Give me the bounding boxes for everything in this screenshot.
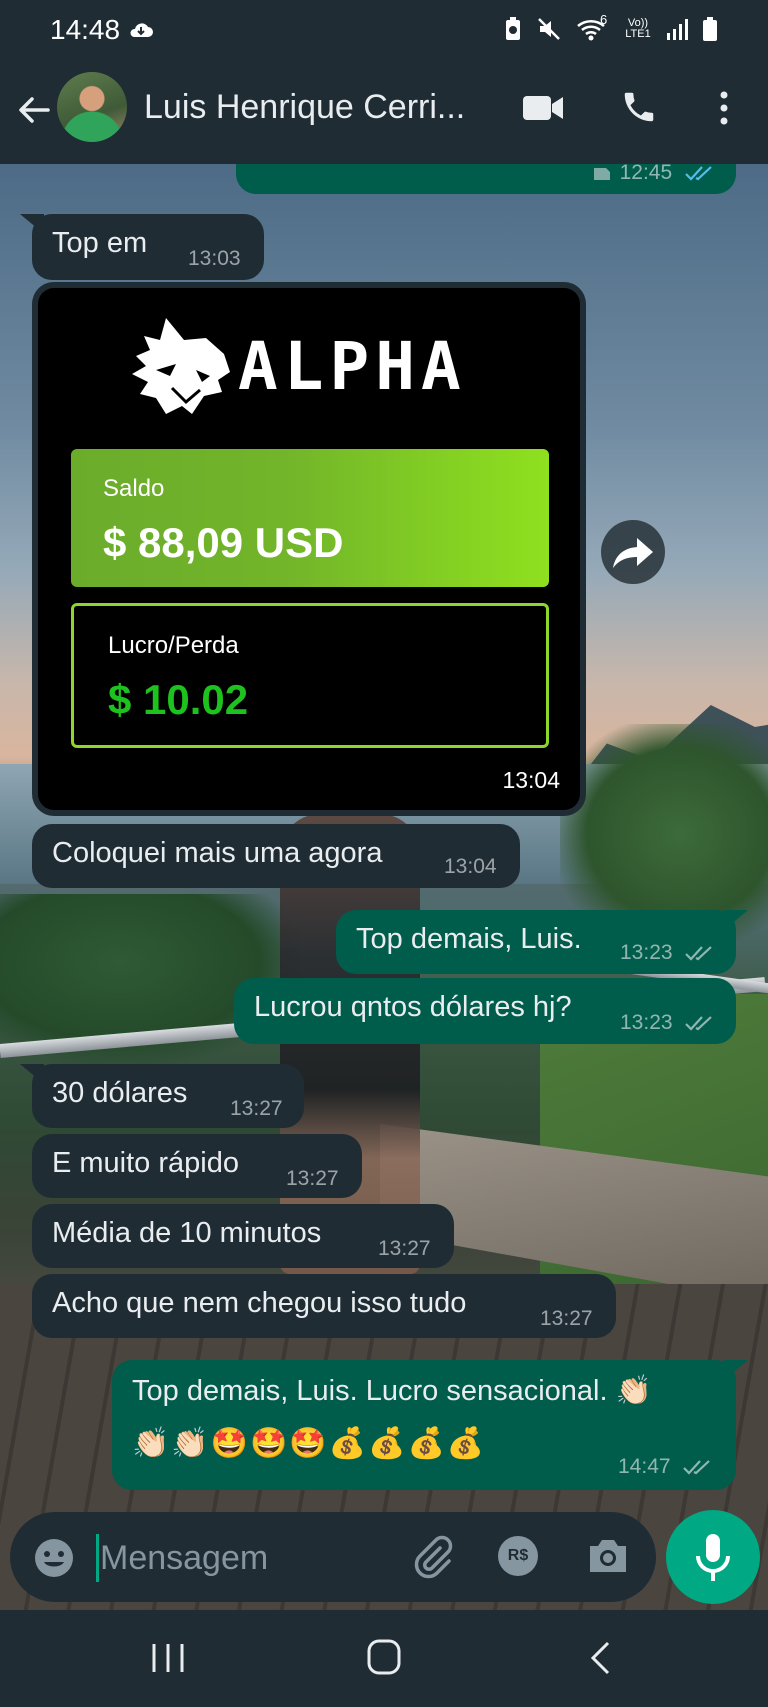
read-ticks-icon xyxy=(685,166,712,182)
brand-name: ALPHA xyxy=(238,328,467,405)
profit-label: Lucro/Perda xyxy=(108,632,239,659)
message-text: Acho que nem chegou isso tudo xyxy=(52,1287,467,1319)
emoji-icon[interactable] xyxy=(32,1536,76,1580)
contact-name[interactable]: Luis Henrique Cerri... xyxy=(144,88,474,127)
balance-card: Saldo $ 88,09 USD xyxy=(71,449,549,587)
forward-arrow-icon xyxy=(613,538,653,568)
message-text: Top demais, Luis. Lucro sensacional. 👏🏻 xyxy=(132,1375,652,1407)
recent-apps-icon[interactable] xyxy=(150,1642,186,1674)
message-incoming[interactable]: Acho que nem chegou isso tudo 13:27 xyxy=(32,1274,616,1338)
message-outgoing[interactable]: Top demais, Luis. 13:23 xyxy=(336,910,748,974)
message-incoming[interactable]: E muito rápido 13:27 xyxy=(32,1134,362,1198)
paperclip-icon[interactable] xyxy=(410,1534,454,1580)
status-bar: 14:48 6 Vo)) LTE1 xyxy=(0,0,768,60)
phone-icon[interactable] xyxy=(620,88,658,126)
more-vertical-icon[interactable] xyxy=(712,88,736,128)
chat-header-overlay: Luis Henrique Cerri... xyxy=(0,60,768,164)
message-time: 13:04 xyxy=(444,855,497,878)
nav-back-icon[interactable] xyxy=(588,1640,612,1676)
message-text: Lucrou qntos dólares hj? xyxy=(254,991,572,1023)
message-time-text: 12:45 xyxy=(619,161,673,184)
message-text: Top demais, Luis. xyxy=(356,923,582,955)
battery-saver-icon xyxy=(506,17,520,40)
forward-button[interactable] xyxy=(601,520,665,584)
status-time: 14:48 xyxy=(50,14,121,45)
avatar[interactable] xyxy=(57,72,127,142)
profit-value: $ 10.02 xyxy=(108,676,249,723)
message-text: 30 dólares xyxy=(52,1077,188,1109)
message-time-text: 13:23 xyxy=(620,1011,673,1034)
message-time: 13:27 xyxy=(378,1237,431,1260)
balance-label: Saldo xyxy=(103,475,165,502)
wifi-icon: 6 xyxy=(576,12,610,42)
message-outgoing[interactable]: Lucrou qntos dólares hj? 13:23 xyxy=(234,978,736,1044)
home-icon[interactable] xyxy=(366,1638,402,1676)
video-camera-icon[interactable] xyxy=(522,92,564,124)
message-time-text: 14:47 xyxy=(618,1455,671,1478)
balance-value: $ 88,09 USD xyxy=(103,519,344,566)
message-emoji-line: 👏🏻👏🏻🤩🤩🤩💰💰💰💰 xyxy=(132,1427,487,1460)
read-ticks-icon xyxy=(685,946,713,962)
message-time: 14:47 xyxy=(618,1454,714,1479)
message-text: E muito rápido xyxy=(52,1147,239,1179)
message-text: Top em xyxy=(52,227,148,259)
screenshot-image[interactable]: ALPHA Saldo $ 88,09 USD Lucro/Perda $ 10… xyxy=(38,288,580,810)
message-time: 13:23 xyxy=(620,1010,716,1035)
arrow-left-icon[interactable] xyxy=(14,90,54,130)
message-time: 13:04 xyxy=(502,767,560,793)
mute-icon xyxy=(538,18,560,40)
status-icons: 6 Vo)) LTE1 xyxy=(504,12,718,42)
signal-badge: 6 xyxy=(600,12,608,27)
quoted-icon xyxy=(593,168,610,181)
message-time: 13:03 xyxy=(188,247,241,270)
read-ticks-icon xyxy=(685,1016,713,1032)
message-incoming[interactable]: Média de 10 minutos 13:27 xyxy=(32,1204,454,1268)
profit-card: Lucro/Perda $ 10.02 xyxy=(71,603,549,748)
message-outgoing[interactable]: Top demais, Luis. Lucro sensacional. 👏🏻 … xyxy=(112,1360,748,1490)
cloud-sync-icon xyxy=(130,23,153,37)
message-incoming[interactable]: Coloquei mais uma agora 13:04 xyxy=(32,824,520,888)
microphone-icon xyxy=(696,1534,730,1581)
message-time: 13:27 xyxy=(230,1097,283,1120)
message-input[interactable] xyxy=(98,1526,362,1590)
wolf-logo-icon xyxy=(132,318,230,414)
message-time: 13:23 xyxy=(620,940,716,965)
message-time: 13:27 xyxy=(540,1307,593,1330)
image-message[interactable]: ALPHA Saldo $ 88,09 USD Lucro/Perda $ 10… xyxy=(32,282,586,816)
camera-icon[interactable] xyxy=(586,1536,630,1576)
voice-record-button[interactable] xyxy=(666,1510,760,1604)
read-ticks-icon xyxy=(683,1460,711,1476)
message-text: Coloquei mais uma agora xyxy=(52,837,383,869)
message-incoming[interactable]: 30 dólares 13:27 xyxy=(20,1064,304,1128)
system-nav-bar xyxy=(0,1610,768,1707)
battery-icon xyxy=(703,17,717,41)
message-time: 13:27 xyxy=(286,1167,339,1190)
message-time-text: 13:23 xyxy=(620,941,673,964)
payment-icon[interactable]: R$ xyxy=(498,1536,538,1576)
message-incoming[interactable]: Top em 13:03 xyxy=(20,214,264,280)
message-composer: R$ xyxy=(10,1512,656,1602)
message-text: Média de 10 minutos xyxy=(52,1217,322,1249)
network-label: Vo)) LTE1 xyxy=(625,17,651,40)
signal-icon xyxy=(667,19,688,40)
